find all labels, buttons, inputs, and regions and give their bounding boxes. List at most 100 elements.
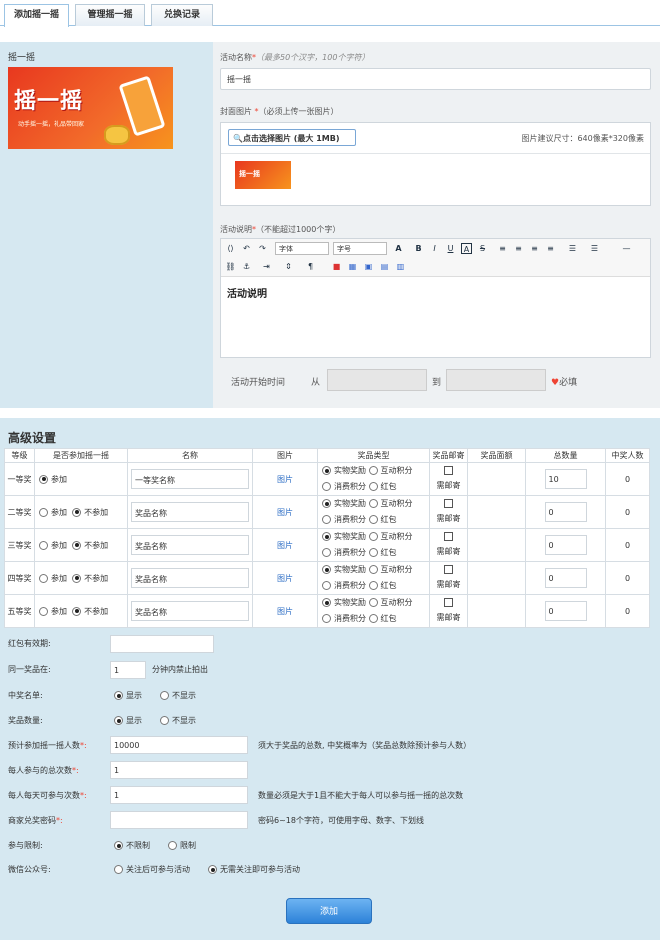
- font-color-icon[interactable]: A: [393, 243, 404, 254]
- type-interactive-radio[interactable]: 互动积分: [368, 532, 413, 541]
- font-bg-icon[interactable]: A: [461, 243, 472, 254]
- tab-redeem-records[interactable]: 兑换记录: [151, 4, 213, 26]
- quantity-input[interactable]: 0: [544, 502, 587, 522]
- type-redpacket-radio[interactable]: 红包: [368, 482, 397, 491]
- expected-participants-input[interactable]: 10000: [110, 736, 248, 754]
- indent-icon[interactable]: ⇥: [261, 261, 272, 272]
- image-link[interactable]: 图片: [277, 508, 293, 517]
- horizontal-rule-icon[interactable]: —: [621, 243, 632, 254]
- cover-thumbnail[interactable]: 摇一摇: [235, 161, 291, 189]
- winners-hide-radio[interactable]: 不显示: [160, 690, 196, 701]
- redo-icon[interactable]: ↷: [257, 243, 268, 254]
- start-date-input[interactable]: [327, 369, 427, 391]
- join-radio[interactable]: 参加: [39, 606, 67, 616]
- type-consume-radio[interactable]: 消费积分: [322, 548, 366, 557]
- activity-name-input[interactable]: 摇一摇: [220, 68, 651, 90]
- prize-name-input[interactable]: 奖品名称: [131, 502, 249, 522]
- bold-icon[interactable]: B: [413, 243, 424, 254]
- mail-checkbox[interactable]: [444, 598, 453, 607]
- no-follow-join-radio[interactable]: 无需关注即可参与活动: [208, 864, 300, 875]
- join-radio[interactable]: 参加: [39, 540, 67, 550]
- prize-name-input[interactable]: 奖品名称: [131, 568, 249, 588]
- type-physical-radio[interactable]: 实物奖励: [322, 598, 366, 607]
- italic-icon[interactable]: I: [429, 243, 440, 254]
- redpacket-validity-input[interactable]: [110, 635, 214, 653]
- type-redpacket-radio[interactable]: 红包: [368, 614, 397, 623]
- mail-checkbox[interactable]: [444, 466, 453, 475]
- per-person-total-input[interactable]: 1: [110, 761, 248, 779]
- prize-name-input[interactable]: 奖品名称: [131, 535, 249, 555]
- type-consume-radio[interactable]: 消费积分: [322, 482, 366, 491]
- align-justify-icon[interactable]: ≡: [545, 243, 556, 254]
- ordered-list-icon[interactable]: ☰: [567, 243, 578, 254]
- join-radio[interactable]: 参加: [39, 474, 67, 484]
- video-icon[interactable]: ▤: [379, 261, 390, 272]
- end-date-input[interactable]: [446, 369, 546, 391]
- quantity-input[interactable]: 0: [544, 535, 587, 555]
- table-icon[interactable]: ▦: [347, 261, 358, 272]
- tab-add-shake[interactable]: 添加摇一摇: [4, 4, 69, 27]
- map-icon[interactable]: ▥: [395, 261, 406, 272]
- no-limit-radio[interactable]: 不限制: [114, 840, 150, 851]
- align-left-icon[interactable]: ≡: [497, 243, 508, 254]
- choose-image-button[interactable]: 🔍点击选择图片 (最大 1MB): [228, 129, 356, 146]
- image-link[interactable]: 图片: [277, 475, 293, 484]
- quantity-input[interactable]: 0: [544, 568, 587, 588]
- emoticon-icon[interactable]: ▣: [363, 261, 374, 272]
- image-link[interactable]: 图片: [277, 541, 293, 550]
- prize-name-input[interactable]: 一等奖名称: [131, 469, 249, 489]
- size-select[interactable]: 字号: [333, 242, 387, 255]
- join-radio[interactable]: 参加: [39, 507, 67, 517]
- image-link[interactable]: 图片: [277, 607, 293, 616]
- not-join-radio[interactable]: 不参加: [72, 573, 108, 583]
- mail-checkbox[interactable]: [444, 565, 453, 574]
- type-consume-radio[interactable]: 消费积分: [322, 581, 366, 590]
- image-icon[interactable]: ■: [331, 261, 342, 272]
- type-interactive-radio[interactable]: 互动积分: [368, 565, 413, 574]
- winners-show-radio[interactable]: 显示: [114, 690, 142, 701]
- type-interactive-radio[interactable]: 互动积分: [368, 598, 413, 607]
- prize-name-input[interactable]: 奖品名称: [131, 601, 249, 621]
- type-physical-radio[interactable]: 实物奖励: [322, 499, 366, 508]
- strike-icon[interactable]: S: [477, 243, 488, 254]
- limit-radio[interactable]: 限制: [168, 840, 196, 851]
- not-join-radio[interactable]: 不参加: [72, 507, 108, 517]
- same-prize-minutes-input[interactable]: 1: [110, 661, 146, 679]
- mail-checkbox[interactable]: [444, 499, 453, 508]
- per-day-input[interactable]: 1: [110, 786, 248, 804]
- html-icon[interactable]: ⟨⟩: [225, 243, 236, 254]
- quantity-input[interactable]: 10: [544, 469, 587, 489]
- type-physical-radio[interactable]: 实物奖励: [322, 532, 366, 541]
- undo-icon[interactable]: ↶: [241, 243, 252, 254]
- tab-manage-shake[interactable]: 管理摇一摇: [75, 4, 145, 26]
- mail-checkbox[interactable]: [444, 532, 453, 541]
- type-physical-radio[interactable]: 实物奖励: [322, 565, 366, 574]
- type-redpacket-radio[interactable]: 红包: [368, 515, 397, 524]
- type-consume-radio[interactable]: 消费积分: [322, 515, 366, 524]
- follow-join-radio[interactable]: 关注后可参与活动: [114, 864, 190, 875]
- type-redpacket-radio[interactable]: 红包: [368, 581, 397, 590]
- type-interactive-radio[interactable]: 互动积分: [368, 499, 413, 508]
- align-center-icon[interactable]: ≡: [513, 243, 524, 254]
- paragraph-icon[interactable]: ¶: [305, 261, 316, 272]
- anchor-icon[interactable]: ⚓: [241, 261, 252, 272]
- underline-icon[interactable]: U: [445, 243, 456, 254]
- redeem-password-input[interactable]: [110, 811, 248, 829]
- quantity-input[interactable]: 0: [544, 601, 587, 621]
- font-select[interactable]: 字体: [275, 242, 329, 255]
- add-button[interactable]: 添加: [286, 898, 372, 924]
- type-redpacket-radio[interactable]: 红包: [368, 548, 397, 557]
- join-radio[interactable]: 参加: [39, 573, 67, 583]
- align-right-icon[interactable]: ≡: [529, 243, 540, 254]
- prize-count-show-radio[interactable]: 显示: [114, 715, 142, 726]
- unlink-icon[interactable]: ⛓: [225, 261, 236, 272]
- not-join-radio[interactable]: 不参加: [72, 540, 108, 550]
- not-join-radio[interactable]: 不参加: [72, 606, 108, 616]
- image-link[interactable]: 图片: [277, 574, 293, 583]
- line-height-icon[interactable]: ⇕: [283, 261, 294, 272]
- editor-content[interactable]: 活动说明: [227, 285, 267, 300]
- type-consume-radio[interactable]: 消费积分: [322, 614, 366, 623]
- type-physical-radio[interactable]: 实物奖励: [322, 466, 366, 475]
- type-interactive-radio[interactable]: 互动积分: [368, 466, 413, 475]
- unordered-list-icon[interactable]: ☰: [589, 243, 600, 254]
